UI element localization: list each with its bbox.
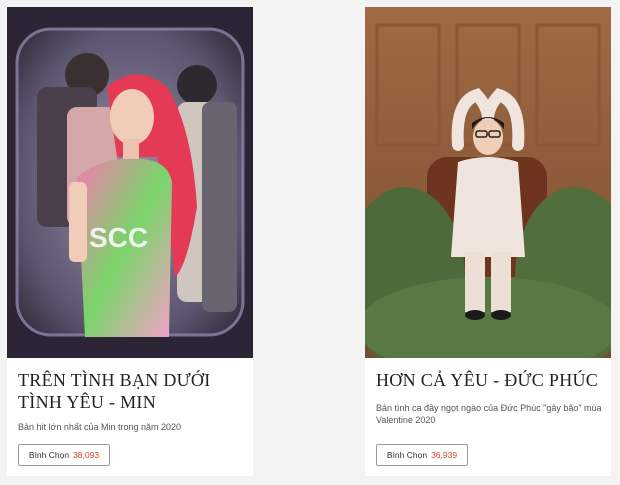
song-card-duc-phuc: HƠN CẢ YÊU - ĐỨC PHÚC Bản tình ca đầy ng… bbox=[365, 7, 611, 476]
vote-label: Bình Chọn bbox=[28, 450, 70, 460]
song-photo[interactable]: SCC bbox=[7, 7, 253, 358]
song-photo[interactable] bbox=[365, 7, 611, 358]
duc-phuc-photo-illustration bbox=[365, 7, 611, 358]
song-description: Bản tình ca đầy ngọt ngào của Đức Phúc "… bbox=[376, 403, 602, 425]
vote-button[interactable]: Bình Chọn 38,093 bbox=[18, 444, 110, 466]
vote-count: 36,939 bbox=[431, 450, 458, 460]
vote-label: Bình Chọn bbox=[386, 450, 428, 460]
vote-count: 38,093 bbox=[73, 450, 100, 460]
song-title[interactable]: HƠN CẢ YÊU - ĐỨC PHÚC bbox=[376, 369, 604, 391]
min-photo-illustration: SCC bbox=[7, 7, 253, 358]
song-description: Bản hit lớn nhất của Min trong năm 2020 bbox=[18, 422, 182, 432]
svg-text:SCC: SCC bbox=[89, 222, 148, 253]
voting-grid: SCC TRÊN TÌNH BẠN DƯỚI TÌNH YÊU - MIN Bả… bbox=[0, 0, 620, 485]
song-card-min: SCC TRÊN TÌNH BẠN DƯỚI TÌNH YÊU - MIN Bả… bbox=[7, 7, 253, 476]
vote-button[interactable]: Bình Chọn 36,939 bbox=[376, 444, 468, 466]
song-title[interactable]: TRÊN TÌNH BẠN DƯỚI TÌNH YÊU - MIN bbox=[18, 369, 246, 413]
